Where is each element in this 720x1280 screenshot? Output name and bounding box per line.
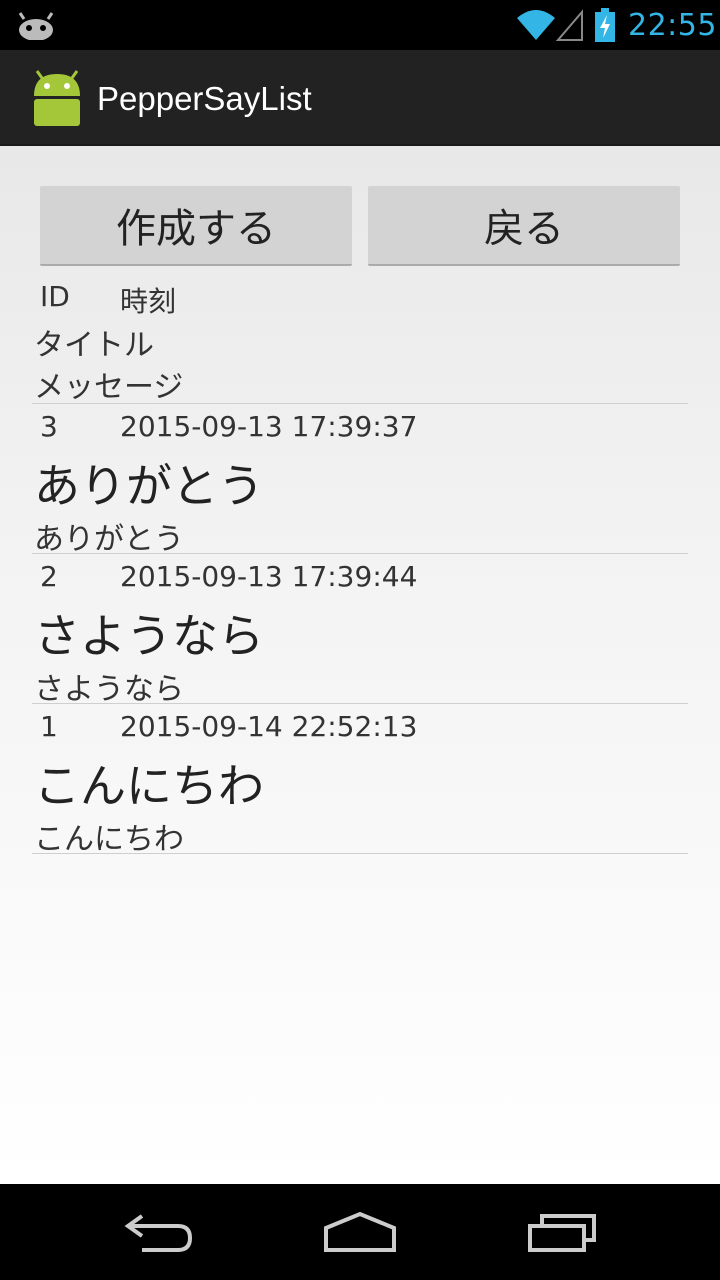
header-id-label: ID	[40, 280, 70, 313]
item-message: さようなら	[34, 672, 184, 707]
item-time: 2015-09-13 17:39:37	[120, 410, 418, 443]
list-item[interactable]: 2 2015-09-13 17:39:44 さようなら さようなら	[34, 554, 688, 707]
header-time-label: 時刻	[120, 285, 177, 318]
item-title: ありがとう	[34, 459, 264, 513]
main-content: 作成する 戻る ID 時刻 タイトル メッセージ 3 2015-09-13 17…	[0, 146, 720, 1184]
list-item[interactable]: 1 2015-09-14 22:52:13 こんにちわ こんにちわ	[34, 704, 688, 857]
divider	[32, 853, 688, 854]
header-message-label: メッセージ	[34, 370, 184, 405]
wifi-icon	[517, 10, 555, 40]
list-item[interactable]: 3 2015-09-13 17:39:37 ありがとう ありがとう	[34, 404, 688, 557]
item-title: さようなら	[34, 609, 264, 663]
item-time: 2015-09-13 17:39:44	[120, 560, 418, 593]
list-header: ID 時刻 タイトル メッセージ	[34, 278, 688, 405]
item-message: ありがとう	[34, 522, 184, 557]
item-id: 1	[40, 710, 58, 743]
back-button[interactable]: 戻る	[368, 186, 680, 266]
item-id: 3	[40, 410, 58, 443]
create-button[interactable]: 作成する	[40, 186, 352, 266]
back-nav-icon[interactable]	[122, 1210, 196, 1254]
action-bar: PepperSayList	[0, 50, 720, 146]
android-app-icon[interactable]	[28, 70, 86, 128]
item-time: 2015-09-14 22:52:13	[120, 710, 418, 743]
recent-apps-nav-icon[interactable]	[526, 1210, 598, 1254]
item-message: こんにちわ	[34, 822, 184, 857]
item-id: 2	[40, 560, 58, 593]
app-title: PepperSayList	[97, 80, 312, 117]
status-bar: 22:55	[0, 0, 720, 50]
header-title-label: タイトル	[34, 328, 154, 363]
android-notification-icon	[18, 12, 54, 40]
home-nav-icon[interactable]	[322, 1210, 398, 1254]
signal-icon	[556, 9, 583, 41]
battery-charging-icon	[595, 8, 615, 42]
navigation-bar	[0, 1184, 720, 1280]
status-clock: 22:55	[628, 8, 717, 43]
item-title: こんにちわ	[34, 759, 264, 813]
